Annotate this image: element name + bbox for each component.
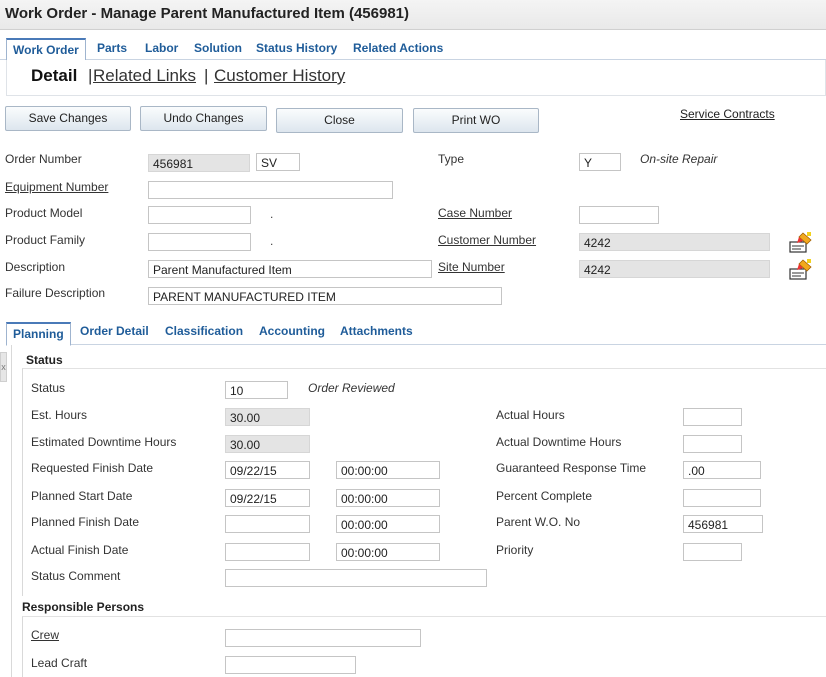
crew-link[interactable]: Crew bbox=[31, 628, 59, 642]
tab-labor[interactable]: Labor bbox=[145, 41, 178, 55]
save-changes-button[interactable]: Save Changes bbox=[5, 106, 131, 131]
tab-classification[interactable]: Classification bbox=[165, 324, 243, 338]
actual-downtime-field[interactable] bbox=[683, 435, 742, 453]
tab-status-history[interactable]: Status History bbox=[256, 41, 337, 55]
site-lookup-icon[interactable] bbox=[789, 258, 813, 280]
crew-field[interactable] bbox=[225, 629, 421, 647]
print-wo-button[interactable]: Print WO bbox=[413, 108, 539, 133]
status-section-title: Status bbox=[26, 353, 63, 367]
subnav-related-links[interactable]: Related Links bbox=[93, 66, 196, 86]
equipment-number-field[interactable] bbox=[148, 181, 393, 199]
site-number-link[interactable]: Site Number bbox=[438, 260, 505, 274]
subnav-separator: | bbox=[88, 66, 93, 85]
case-number-link[interactable]: Case Number bbox=[438, 206, 512, 220]
status-field[interactable]: 10 bbox=[225, 381, 288, 399]
lead-craft-label: Lead Craft bbox=[31, 656, 88, 670]
equipment-number-link[interactable]: Equipment Number bbox=[5, 180, 108, 194]
tab-planning[interactable]: Planning bbox=[6, 322, 71, 346]
left-divider bbox=[11, 345, 12, 677]
guaranteed-response-field[interactable]: .00 bbox=[683, 461, 761, 479]
product-family-desc: . bbox=[270, 234, 274, 248]
failure-description-field[interactable]: PARENT MANUFACTURED ITEM bbox=[148, 287, 502, 305]
undo-changes-button[interactable]: Undo Changes bbox=[140, 106, 267, 131]
actual-downtime-label: Actual Downtime Hours bbox=[496, 435, 622, 449]
order-number-label: Order Number bbox=[5, 152, 82, 166]
percent-complete-field[interactable] bbox=[683, 489, 761, 507]
status-group bbox=[22, 368, 826, 596]
planned-finish-date-field[interactable] bbox=[225, 515, 310, 533]
collapse-handle[interactable]: x bbox=[0, 352, 7, 382]
requested-finish-label: Requested Finish Date bbox=[31, 461, 154, 475]
product-family-label: Product Family bbox=[5, 233, 86, 247]
parent-wo-field[interactable]: 456981 bbox=[683, 515, 763, 533]
window-title: Work Order - Manage Parent Manufactured … bbox=[5, 5, 410, 22]
customer-number-field: 4242 bbox=[579, 233, 770, 251]
title-bar: Work Order - Manage Parent Manufactured … bbox=[0, 0, 826, 30]
requested-finish-time-field[interactable]: 00:00:00 bbox=[336, 461, 440, 479]
responsible-group bbox=[22, 616, 826, 677]
priority-field[interactable] bbox=[683, 543, 742, 561]
priority-label: Priority bbox=[496, 543, 534, 557]
responsible-section-title: Responsible Persons bbox=[22, 600, 145, 614]
parent-wo-label: Parent W.O. No bbox=[496, 515, 581, 529]
planned-start-date-field[interactable]: 09/22/15 bbox=[225, 489, 310, 507]
main-tabs: Work Order Parts Labor Solution Status H… bbox=[0, 38, 826, 61]
tab-related-actions[interactable]: Related Actions bbox=[353, 41, 443, 55]
subnav-customer-history[interactable]: Customer History bbox=[214, 66, 345, 86]
product-model-desc: . bbox=[270, 207, 274, 221]
tab-work-order[interactable]: Work Order bbox=[6, 38, 86, 61]
type-label: Type bbox=[438, 152, 465, 166]
customer-number-link[interactable]: Customer Number bbox=[438, 233, 536, 247]
planned-finish-label: Planned Finish Date bbox=[31, 515, 140, 529]
est-hours-field: 30.00 bbox=[225, 408, 310, 426]
tab-attachments[interactable]: Attachments bbox=[340, 324, 413, 338]
est-downtime-field: 30.00 bbox=[225, 435, 310, 453]
percent-complete-label: Percent Complete bbox=[496, 489, 593, 503]
planned-finish-time-field[interactable]: 00:00:00 bbox=[336, 515, 440, 533]
failure-description-label: Failure Description bbox=[5, 286, 106, 300]
subnav-detail[interactable]: Detail bbox=[31, 66, 77, 86]
service-contracts-link[interactable]: Service Contracts bbox=[680, 107, 775, 121]
customer-lookup-icon[interactable] bbox=[789, 231, 813, 253]
planned-start-label: Planned Start Date bbox=[31, 489, 133, 503]
case-number-field[interactable] bbox=[579, 206, 659, 224]
detail-tabs: Planning Order Detail Classification Acc… bbox=[6, 321, 826, 346]
guaranteed-response-label: Guaranteed Response Time bbox=[496, 461, 647, 475]
type-field[interactable]: Y bbox=[579, 153, 621, 171]
actual-finish-time-field[interactable]: 00:00:00 bbox=[336, 543, 440, 561]
est-hours-label: Est. Hours bbox=[31, 408, 88, 422]
tab-accounting[interactable]: Accounting bbox=[259, 324, 325, 338]
est-downtime-label: Estimated Downtime Hours bbox=[31, 435, 177, 449]
tab-solution[interactable]: Solution bbox=[194, 41, 242, 55]
planned-start-time-field[interactable]: 00:00:00 bbox=[336, 489, 440, 507]
status-description: Order Reviewed bbox=[308, 381, 395, 395]
close-button[interactable]: Close bbox=[276, 108, 403, 133]
tab-order-detail[interactable]: Order Detail bbox=[80, 324, 149, 338]
order-type-code-field[interactable]: SV bbox=[256, 153, 300, 171]
actual-finish-label: Actual Finish Date bbox=[31, 543, 129, 557]
status-label: Status bbox=[31, 381, 66, 395]
actual-hours-label: Actual Hours bbox=[496, 408, 565, 422]
actual-hours-field[interactable] bbox=[683, 408, 742, 426]
type-description: On-site Repair bbox=[640, 152, 718, 166]
site-number-field: 4242 bbox=[579, 260, 770, 278]
order-number-field: 456981 bbox=[148, 154, 250, 172]
description-field[interactable]: Parent Manufactured Item bbox=[148, 260, 432, 278]
requested-finish-date-field[interactable]: 09/22/15 bbox=[225, 461, 310, 479]
tab-parts[interactable]: Parts bbox=[97, 41, 127, 55]
description-label: Description bbox=[5, 260, 66, 274]
lead-craft-field[interactable] bbox=[225, 656, 356, 674]
subnav-separator: | bbox=[204, 66, 209, 85]
subnav: Detail | Related Links | Customer Histor… bbox=[6, 60, 826, 96]
status-comment-field[interactable] bbox=[225, 569, 487, 587]
actual-finish-date-field[interactable] bbox=[225, 543, 310, 561]
status-comment-label: Status Comment bbox=[31, 569, 121, 583]
product-family-field[interactable] bbox=[148, 233, 251, 251]
product-model-label: Product Model bbox=[5, 206, 83, 220]
product-model-field[interactable] bbox=[148, 206, 251, 224]
